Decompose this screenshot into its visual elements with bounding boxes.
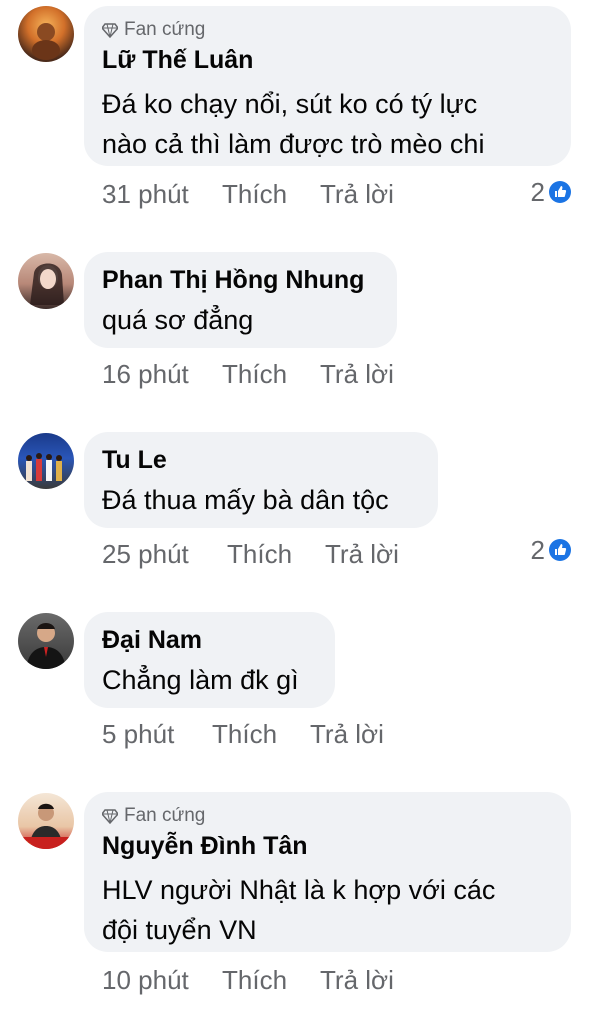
commenter-name[interactable]: Lữ Thế Luân <box>102 44 553 76</box>
comment-bubble: Fan cứng Nguyễn Đình Tân HLV người Nhật … <box>84 792 571 952</box>
comment-text-line: nào cả thì làm được trò mèo chi <box>102 129 485 159</box>
comment-actions: 31 phút Thích Trả lời <box>102 176 394 212</box>
reply-button[interactable]: Trả lời <box>320 965 394 996</box>
comment-bubble: Đại Nam Chẳng làm đk gì <box>84 612 335 708</box>
comment-text-line: HLV người Nhật là k hợp với các <box>102 875 496 905</box>
comment-text-line: đội tuyển VN <box>102 915 257 945</box>
thumbs-up-icon <box>549 181 571 203</box>
avatar[interactable]: ★ <box>18 793 74 849</box>
like-button[interactable]: Thích <box>212 719 310 750</box>
svg-text:★: ★ <box>24 840 31 849</box>
avatar[interactable] <box>18 613 74 669</box>
timestamp[interactable]: 16 phút <box>102 359 222 390</box>
timestamp[interactable]: 10 phút <box>102 965 222 996</box>
like-button[interactable]: Thích <box>222 965 320 996</box>
commenter-name[interactable]: Đại Nam <box>102 624 317 656</box>
thumbs-up-icon <box>549 539 571 561</box>
like-button[interactable]: Thích <box>227 539 325 570</box>
commenter-name[interactable]: Nguyễn Đình Tân <box>102 830 553 862</box>
comment-bubble: Tu Le Đá thua mấy bà dân tộc <box>84 432 438 528</box>
comment-actions: 10 phút Thích Trả lời <box>102 962 394 998</box>
reaction-count[interactable]: 2 <box>531 532 571 568</box>
diamond-icon <box>102 23 118 38</box>
comment-bubble: Fan cứng Lữ Thế Luân Đá ko chạy nổi, sút… <box>84 6 571 166</box>
comment-actions: 16 phút Thích Trả lời <box>102 356 394 392</box>
comment-text-line: Đá ko chạy nổi, sút ko có tý lực <box>102 89 478 119</box>
reaction-count-number: 2 <box>530 534 545 565</box>
badge-label: Fan cứng <box>124 805 206 826</box>
commenter-name[interactable]: Phan Thị Hồng Nhung <box>102 264 379 296</box>
timestamp[interactable]: 5 phút <box>102 719 212 750</box>
fan-badge: Fan cứng <box>102 804 553 828</box>
avatar[interactable] <box>18 6 74 62</box>
comment-actions: 25 phút Thích Trả lời <box>102 536 399 572</box>
commenter-name[interactable]: Tu Le <box>102 444 420 476</box>
comment-text-line: Đá thua mấy bà dân tộc <box>102 485 389 515</box>
like-button[interactable]: Thích <box>222 179 320 210</box>
comment-actions: 5 phút Thích Trả lời <box>102 716 384 752</box>
reply-button[interactable]: Trả lời <box>320 179 394 210</box>
comment-bubble: Phan Thị Hồng Nhung quá sơ đẳng <box>84 252 397 348</box>
timestamp[interactable]: 31 phút <box>102 179 222 210</box>
fan-badge: Fan cứng <box>102 18 553 42</box>
timestamp[interactable]: 25 phút <box>102 539 227 570</box>
reply-button[interactable]: Trả lời <box>310 719 384 750</box>
avatar[interactable] <box>18 433 74 489</box>
badge-label: Fan cứng <box>124 19 206 40</box>
avatar[interactable] <box>18 253 74 309</box>
comment-text-line: Chẳng làm đk gì <box>102 665 299 695</box>
comment-text-line: quá sơ đẳng <box>102 305 254 335</box>
reply-button[interactable]: Trả lời <box>320 359 394 390</box>
reaction-count[interactable]: 2 <box>531 174 571 210</box>
like-button[interactable]: Thích <box>222 359 320 390</box>
diamond-icon <box>102 809 118 824</box>
reply-button[interactable]: Trả lời <box>325 539 399 570</box>
reaction-count-number: 2 <box>530 176 545 207</box>
